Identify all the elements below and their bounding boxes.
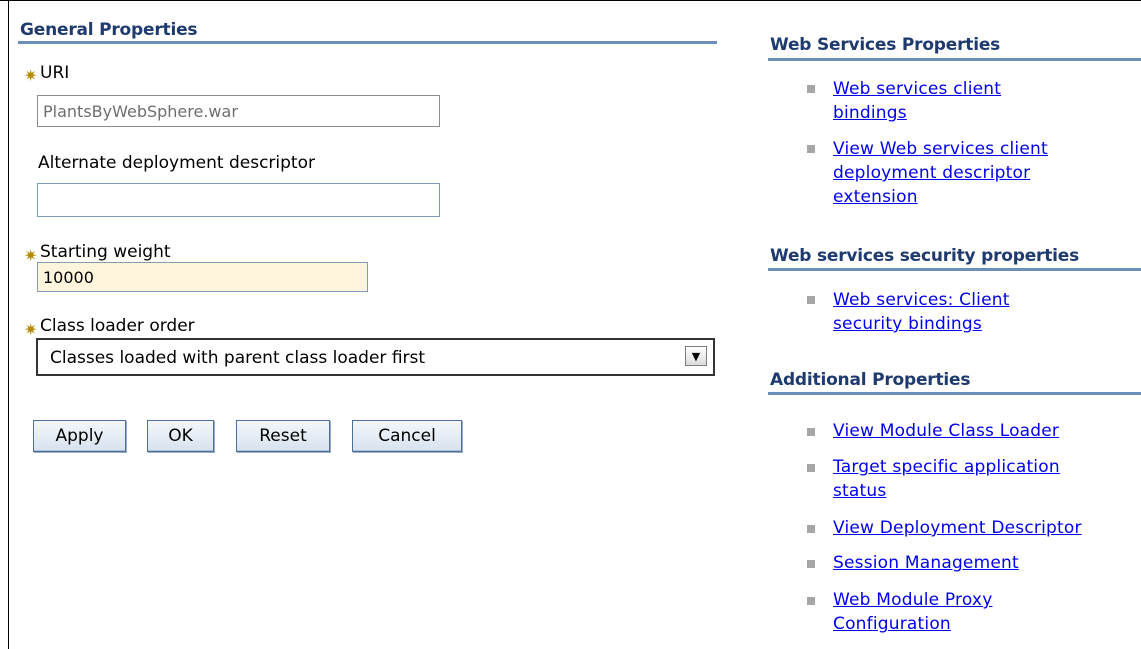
web-services-properties-title: Web Services Properties bbox=[770, 35, 1001, 55]
link-text-line: View Deployment Descriptor bbox=[833, 518, 1082, 538]
ok-button[interactable]: OK bbox=[147, 420, 214, 452]
starting-weight-field[interactable] bbox=[37, 262, 368, 292]
bullet-icon bbox=[807, 464, 815, 472]
web-module-proxy-configuration-link[interactable]: Web Module Proxy Configuration bbox=[833, 588, 992, 636]
bullet-icon bbox=[807, 428, 815, 436]
web-services-client-bindings-link[interactable]: Web services client bindings bbox=[833, 77, 1001, 125]
link-text-line: Web Module Proxy bbox=[833, 590, 993, 610]
link-text-line: bindings bbox=[833, 103, 907, 123]
bullet-icon bbox=[807, 560, 815, 568]
view-deployment-descriptor-link[interactable]: View Deployment Descriptor bbox=[833, 516, 1082, 540]
general-properties-title: General Properties bbox=[20, 20, 198, 40]
bullet-icon bbox=[807, 145, 815, 153]
bullet-icon bbox=[807, 597, 815, 605]
bullet-icon bbox=[807, 296, 815, 304]
link-text-line: View Web services client bbox=[833, 139, 1048, 159]
link-text-line: Target specific application bbox=[833, 457, 1060, 477]
class-loader-order-value: Classes loaded with parent class loader … bbox=[50, 348, 426, 368]
bullet-icon bbox=[807, 85, 815, 93]
bullet-icon bbox=[807, 525, 815, 533]
required-icon: ✷ bbox=[24, 320, 38, 339]
chevron-down-icon[interactable]: ▼ bbox=[685, 346, 707, 366]
general-properties-rule bbox=[18, 41, 717, 44]
apply-button[interactable]: Apply bbox=[33, 420, 126, 452]
link-text-line: Web services: Client bbox=[833, 290, 1010, 310]
reset-button[interactable]: Reset bbox=[236, 420, 330, 452]
view-module-class-loader-link[interactable]: View Module Class Loader bbox=[833, 419, 1059, 443]
frame-left-border bbox=[8, 0, 9, 649]
class-loader-order-select[interactable]: Classes loaded with parent class loader … bbox=[36, 338, 715, 376]
required-icon: ✷ bbox=[24, 246, 38, 265]
web-services-security-rule bbox=[768, 268, 1141, 271]
starting-weight-label: Starting weight bbox=[40, 242, 171, 262]
link-text-line: Web services client bbox=[833, 79, 1002, 99]
additional-properties-rule bbox=[768, 392, 1141, 395]
required-icon: ✷ bbox=[24, 66, 38, 85]
cancel-button[interactable]: Cancel bbox=[352, 420, 462, 452]
ws-client-security-bindings-link[interactable]: Web services: Client security bindings bbox=[833, 288, 1010, 336]
web-services-properties-rule bbox=[768, 58, 1141, 61]
link-text-line: View Module Class Loader bbox=[833, 421, 1060, 441]
uri-label: URI bbox=[40, 63, 70, 83]
link-text-line: deployment descriptor bbox=[833, 163, 1031, 183]
link-text-line: status bbox=[833, 481, 887, 501]
link-text-line: Configuration bbox=[833, 614, 951, 634]
alternate-dd-label: Alternate deployment descriptor bbox=[38, 153, 315, 173]
target-specific-app-status-link[interactable]: Target specific application status bbox=[833, 455, 1060, 503]
additional-properties-title: Additional Properties bbox=[770, 370, 971, 390]
link-text-line: extension bbox=[833, 187, 918, 207]
link-text-line: Session Management bbox=[833, 553, 1019, 573]
view-ws-client-dd-extension-link[interactable]: View Web services client deployment desc… bbox=[833, 137, 1048, 209]
uri-field[interactable] bbox=[37, 95, 440, 127]
web-services-security-title: Web services security properties bbox=[770, 246, 1080, 266]
frame-top-border bbox=[0, 0, 1141, 1]
session-management-link[interactable]: Session Management bbox=[833, 551, 1019, 575]
class-loader-order-label: Class loader order bbox=[40, 316, 195, 336]
link-text-line: security bindings bbox=[833, 314, 982, 334]
alternate-dd-field[interactable] bbox=[37, 183, 440, 217]
